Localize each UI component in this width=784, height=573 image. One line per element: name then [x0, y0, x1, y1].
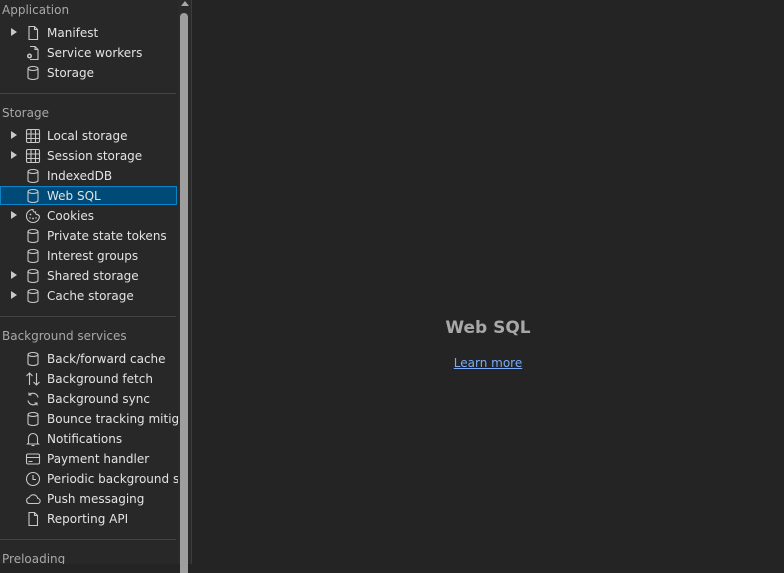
sidebar-scrollbar[interactable]: [178, 0, 191, 573]
sidebar-item-periodic-background-sync[interactable]: Periodic background sync: [0, 469, 178, 489]
expand-arrow-icon[interactable]: [11, 211, 17, 219]
sidebar-item-label: Interest groups: [47, 249, 139, 263]
cookie-icon: [25, 208, 41, 224]
sidebar-item-cache-storage[interactable]: Cache storage: [0, 286, 177, 306]
database-icon: [25, 351, 41, 367]
sidebar-item-shared-storage[interactable]: Shared storage: [0, 266, 177, 286]
section-title-storage[interactable]: Storage: [2, 106, 49, 120]
sidebar-item-label: Bounce tracking mitigations: [47, 412, 178, 426]
sidebar-item-reporting-api[interactable]: Reporting API: [0, 509, 177, 529]
sidebar-item-session-storage[interactable]: Session storage: [0, 146, 177, 166]
expand-arrow-icon[interactable]: [11, 131, 17, 139]
sidebar-item-private-state-tokens[interactable]: Private state tokens: [0, 226, 177, 246]
section-divider: [0, 539, 176, 540]
sidebar-item-label: Cookies: [47, 209, 94, 223]
sidebar-item-cookies[interactable]: Cookies: [0, 206, 177, 226]
sidebar-item-interest-groups[interactable]: Interest groups: [0, 246, 177, 266]
sidebar-item-label: Payment handler: [47, 452, 150, 466]
sync-icon: [25, 391, 41, 407]
sidebar-item-label: Back/forward cache: [47, 352, 166, 366]
sidebar-item-label: Storage: [47, 66, 94, 80]
learn-more-link[interactable]: Learn more: [192, 356, 784, 370]
page-title: Web SQL: [445, 318, 531, 338]
sidebar-item-local-storage[interactable]: Local storage: [0, 126, 177, 146]
scrollbar-thumb[interactable]: [180, 13, 188, 573]
sidebar-item-back-forward-cache[interactable]: Back/forward cache: [0, 349, 177, 369]
sidebar-item-label: Manifest: [47, 26, 99, 40]
database-icon: [25, 248, 41, 264]
sidebar-item-label: Private state tokens: [47, 229, 167, 243]
sidebar-item-web-sql[interactable]: Web SQL: [0, 186, 177, 205]
table-icon: [25, 128, 41, 144]
database-icon: [25, 268, 41, 284]
sidebar-item-push-messaging[interactable]: Push messaging: [0, 489, 177, 509]
expand-arrow-icon[interactable]: [11, 151, 17, 159]
sidebar-item-service-workers[interactable]: Service workers: [0, 43, 177, 63]
section-divider: [0, 93, 176, 94]
section-title-preloading[interactable]: Preloading: [2, 552, 65, 564]
sidebar-item-label: Background sync: [47, 392, 150, 406]
expand-arrow-icon[interactable]: [11, 291, 17, 299]
sidebar-item-label: Shared storage: [47, 269, 139, 283]
up-down-arrows-icon: [25, 371, 41, 387]
sidebar-item-label: Background fetch: [47, 372, 153, 386]
gear-file-icon: [25, 45, 41, 61]
sidebar-item-background-sync[interactable]: Background sync: [0, 389, 177, 409]
sidebar-item-label: Web SQL: [47, 189, 101, 203]
credit-card-icon: [25, 451, 41, 467]
scroll-up-arrow-icon[interactable]: [181, 1, 189, 6]
sidebar-item-payment-handler[interactable]: Payment handler: [0, 449, 177, 469]
sidebar-item-storage[interactable]: Storage: [0, 63, 177, 83]
database-icon: [25, 411, 41, 427]
sidebar-item-notifications[interactable]: Notifications: [0, 429, 177, 449]
section-divider: [0, 316, 176, 317]
table-icon: [25, 148, 41, 164]
sidebar-item-label: Reporting API: [47, 512, 129, 526]
expand-arrow-icon[interactable]: [11, 28, 17, 36]
file-icon: [25, 511, 41, 527]
database-icon: [25, 288, 41, 304]
bell-icon: [25, 431, 41, 447]
sidebar-item-label: Notifications: [47, 432, 123, 446]
section-title-application[interactable]: Application: [2, 3, 69, 17]
sidebar-item-label: Local storage: [47, 129, 128, 143]
sidebar-item-label: Periodic background sync: [47, 472, 178, 486]
expand-arrow-icon[interactable]: [11, 271, 17, 279]
cloud-icon: [25, 491, 41, 507]
sidebar-item-label: Cache storage: [47, 289, 134, 303]
database-icon: [25, 65, 41, 81]
sidebar-item-label: Session storage: [47, 149, 143, 163]
database-icon: [25, 168, 41, 184]
section-title-background-services[interactable]: Background services: [2, 329, 127, 343]
sidebar-item-indexeddb[interactable]: IndexedDB: [0, 166, 177, 186]
sidebar-item-label: IndexedDB: [47, 169, 113, 183]
sidebar-item-label: Service workers: [47, 46, 143, 60]
sidebar-item-label: Push messaging: [47, 492, 145, 506]
file-icon: [25, 25, 41, 41]
sidebar-item-background-fetch[interactable]: Background fetch: [0, 369, 177, 389]
clock-icon: [25, 471, 41, 487]
sidebar: Application Manifest Service workers Storag…: [0, 0, 178, 564]
database-icon: [25, 188, 41, 204]
database-icon: [25, 228, 41, 244]
sidebar-item-manifest[interactable]: Manifest: [0, 23, 177, 43]
sidebar-item-bounce-tracking-mitigations[interactable]: Bounce tracking mitigations: [0, 409, 178, 429]
main-panel: Web SQL Learn more: [192, 0, 784, 564]
